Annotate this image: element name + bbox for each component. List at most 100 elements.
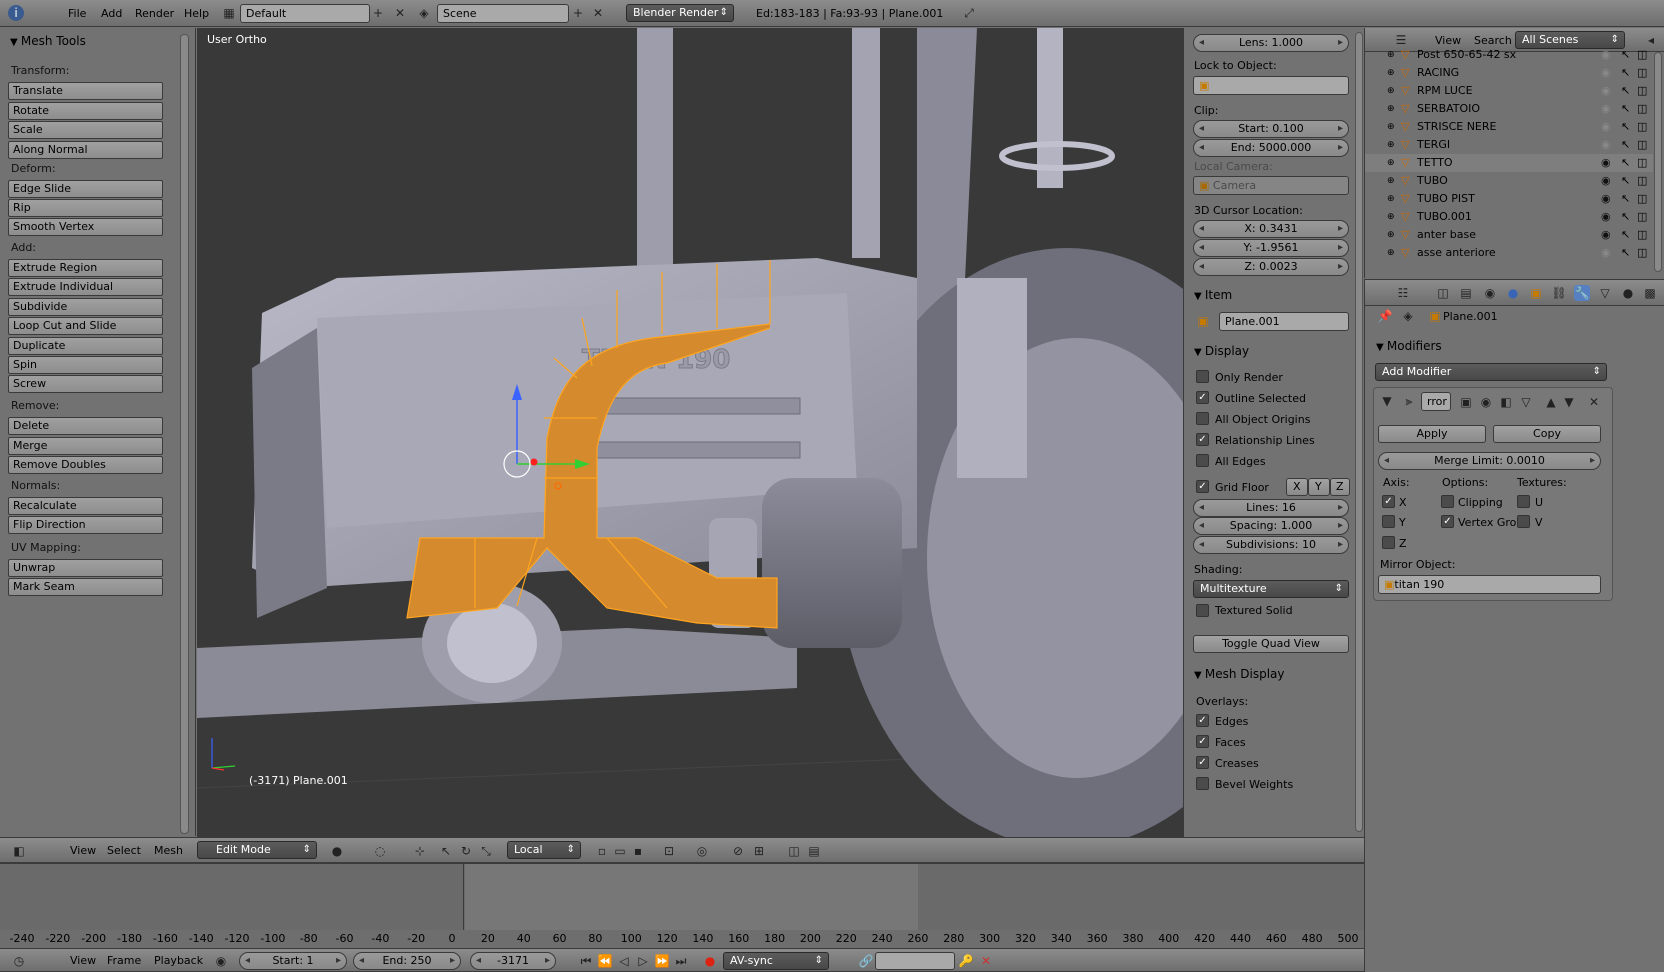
tool-extrude-region-button[interactable]: Extrude Region <box>8 259 163 277</box>
face-select-icon[interactable]: ▪ <box>630 843 646 859</box>
tool-spin-button[interactable]: Spin <box>8 356 163 374</box>
keying-set-icon[interactable]: 🔗 <box>858 953 874 969</box>
add-modifier-select[interactable]: Add Modifier <box>1375 363 1607 381</box>
timeline-menu-view[interactable]: View <box>70 954 96 967</box>
select-arrow-icon[interactable]: ↖ <box>1621 136 1630 154</box>
constraints-tab-icon[interactable]: ⛓ <box>1551 285 1567 301</box>
render-camera-icon[interactable]: ◫ <box>1637 208 1647 226</box>
tool-flip-direction-button[interactable]: Flip Direction <box>8 516 163 534</box>
viewport-toggle-icon[interactable]: ◉ <box>1478 394 1494 410</box>
render-camera-icon[interactable]: ◫ <box>1637 64 1647 82</box>
modifiers-section-header[interactable]: Modifiers <box>1376 339 1442 353</box>
menu-add[interactable]: Add <box>101 7 122 20</box>
select-arrow-icon[interactable]: ↖ <box>1621 100 1630 118</box>
outliner-item[interactable]: ⊕ ▽ Post 650-65-42 sx ◉ ↖ ◫ <box>1365 46 1653 64</box>
select-arrow-icon[interactable]: ↖ <box>1621 190 1630 208</box>
render-tab-icon[interactable]: ◫ <box>1435 285 1451 301</box>
jump-end-icon[interactable]: ⏭ <box>673 953 689 969</box>
add-scene-icon[interactable]: + <box>570 5 586 21</box>
select-arrow-icon[interactable]: ↖ <box>1621 172 1630 190</box>
menu-help[interactable]: Help <box>184 7 209 20</box>
menu-file[interactable]: File <box>68 7 86 20</box>
cursor-y-field[interactable]: Y: -1.9561 <box>1193 239 1349 257</box>
tool-extrude-individual-button[interactable]: Extrude Individual <box>8 278 163 297</box>
expand-icon[interactable]: ⊕ <box>1387 64 1395 82</box>
select-arrow-icon[interactable]: ↖ <box>1621 118 1630 136</box>
outliner-item[interactable]: ⊕ ▽ anter base ◉ ↖ ◫ <box>1365 226 1653 244</box>
info-editor-icon[interactable]: i <box>8 5 24 21</box>
world-tab-icon[interactable]: ● <box>1505 285 1521 301</box>
tool-subdivide-button[interactable]: Subdivide <box>8 297 163 316</box>
apply-button[interactable]: Apply <box>1378 425 1486 443</box>
expand-icon[interactable]: ⊕ <box>1387 244 1395 262</box>
grid-subdivisions-field[interactable]: Subdivisions: 10 <box>1193 536 1349 554</box>
data-tab-icon[interactable]: ▽ <box>1597 285 1613 301</box>
eye-icon[interactable]: ◉ <box>1601 100 1611 118</box>
render-camera-icon[interactable]: ◫ <box>1637 244 1647 262</box>
remove-layout-icon[interactable]: ✕ <box>392 5 408 21</box>
properties-editor-icon[interactable]: ☷ <box>1395 285 1411 301</box>
grid-axis-x-button[interactable]: X <box>1286 478 1308 496</box>
outliner-item[interactable]: ⊕ ▽ TUBO ◉ ↖ ◫ <box>1365 172 1653 190</box>
textured-solid-checkbox[interactable] <box>1196 604 1209 617</box>
menu-render[interactable]: Render <box>135 7 174 20</box>
outliner-item[interactable]: ⊕ ▽ TUBO.001 ◉ ↖ ◫ <box>1365 208 1653 226</box>
toggle-quad-view-button[interactable]: Toggle Quad View <box>1193 635 1349 653</box>
scale-manip-icon[interactable]: ⤡ <box>478 843 494 859</box>
proportional-edit-icon[interactable]: ◎ <box>694 843 710 859</box>
view3d-editor-icon[interactable]: ◧ <box>11 843 27 859</box>
eye-icon[interactable]: ◉ <box>1601 118 1611 136</box>
render-animation-icon[interactable]: ▤ <box>806 843 822 859</box>
outliner-item[interactable]: ⊕ ▽ asse anteriore ◉ ↖ ◫ <box>1365 244 1653 262</box>
scene-tab-icon[interactable]: ◉ <box>1482 285 1498 301</box>
play-icon[interactable]: ▷ <box>635 953 651 969</box>
expand-icon[interactable]: ⊕ <box>1387 208 1395 226</box>
expand-icon[interactable]: ⊕ <box>1387 154 1395 172</box>
clip-start-field[interactable]: Start: 0.100 <box>1193 120 1349 138</box>
all-object-origins-checkbox[interactable] <box>1196 412 1209 425</box>
display-section-header[interactable]: Display <box>1194 344 1249 358</box>
end-frame-field[interactable]: End: 250 <box>353 952 461 970</box>
local-camera-field[interactable]: ▣ Camera <box>1193 176 1349 195</box>
tool-along-normal-button[interactable]: Along Normal <box>8 140 163 159</box>
properties-scrollbar[interactable] <box>1355 32 1363 832</box>
render-camera-icon[interactable]: ◫ <box>1637 154 1647 172</box>
remove-modifier-icon[interactable]: ✕ <box>1586 394 1602 410</box>
timeline-menu-frame[interactable]: Frame <box>107 954 141 967</box>
tool-remove-doubles-button[interactable]: Remove Doubles <box>8 456 163 474</box>
tool-translate-button[interactable]: Translate <box>8 82 163 100</box>
timeline-menu-playback[interactable]: Playback <box>154 954 203 967</box>
tool-smooth-vertex-button[interactable]: Smooth Vertex <box>8 218 163 236</box>
tool-loop-cut-and-slide-button[interactable]: Loop Cut and Slide <box>8 317 163 336</box>
texture-tab-icon[interactable]: ▩ <box>1642 285 1658 301</box>
tool-scale-button[interactable]: Scale <box>8 121 163 139</box>
cursor-z-field[interactable]: Z: 0.0023 <box>1193 258 1349 276</box>
shading-select[interactable]: Multitexture <box>1193 580 1349 598</box>
item-name-field[interactable]: Plane.001 <box>1219 312 1349 331</box>
view3d-menu-mesh[interactable]: Mesh <box>154 844 183 857</box>
outliner-scrollbar[interactable] <box>1654 52 1662 272</box>
mirror-object-field[interactable]: ▣titan 190 <box>1378 575 1601 594</box>
select-arrow-icon[interactable]: ↖ <box>1621 244 1630 262</box>
mesh-display-section-header[interactable]: Mesh Display <box>1194 667 1285 681</box>
tool-duplicate-button[interactable]: Duplicate <box>8 336 163 355</box>
tool-shelf-scrollbar[interactable] <box>180 34 189 834</box>
overlay-bevel-weights-checkbox[interactable] <box>1196 777 1209 790</box>
modifier-name-field[interactable]: rror <box>1421 392 1451 411</box>
prev-keyframe-icon[interactable]: ⏪ <box>597 953 613 969</box>
tool-delete-button[interactable]: Delete <box>8 417 163 435</box>
select-arrow-icon[interactable]: ↖ <box>1621 46 1630 64</box>
eye-icon[interactable]: ◉ <box>1601 154 1611 172</box>
modifiers-tab-icon[interactable]: 🔧 <box>1574 285 1590 301</box>
copy-button[interactable]: Copy <box>1493 425 1601 443</box>
preview-range-icon[interactable]: ◉ <box>213 953 229 969</box>
relationship-lines-checkbox[interactable]: ✓ <box>1196 433 1209 446</box>
expand-icon[interactable]: ⊕ <box>1387 226 1395 244</box>
add-layout-icon[interactable]: + <box>370 5 386 21</box>
render-camera-icon[interactable]: ◫ <box>1637 226 1647 244</box>
translate-manip-icon[interactable]: ↖ <box>438 843 454 859</box>
edge-select-icon[interactable]: ▭ <box>612 843 628 859</box>
insert-keyframe-icon[interactable]: 🔑 <box>958 953 974 969</box>
all-edges-checkbox[interactable] <box>1196 454 1209 467</box>
fullscreen-icon[interactable]: ⤢ <box>961 5 977 21</box>
